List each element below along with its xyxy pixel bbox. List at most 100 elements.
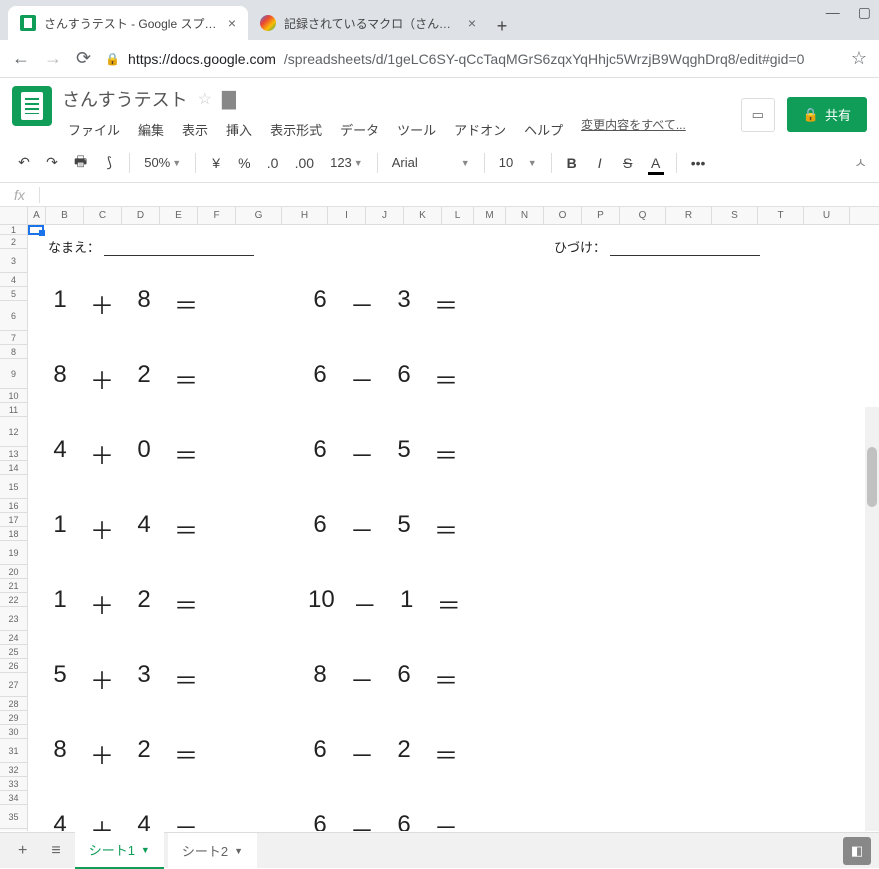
row-header[interactable]: 11 [0, 403, 27, 417]
row-header[interactable]: 21 [0, 579, 27, 593]
folder-icon[interactable]: ▇ [222, 89, 236, 110]
row-header[interactable]: 4 [0, 273, 27, 287]
column-header[interactable]: S [712, 207, 758, 224]
undo-icon[interactable]: ↶ [12, 150, 36, 175]
spreadsheet-grid[interactable]: ABCDEFGHIJKLMNOPQRSTU 123456789101112131… [0, 207, 879, 831]
star-icon[interactable]: ☆ [198, 89, 212, 109]
document-title[interactable]: さんすうテスト [62, 86, 188, 112]
row-header[interactable]: 23 [0, 607, 27, 631]
row-header[interactable]: 3 [0, 249, 27, 273]
row-header[interactable]: 19 [0, 541, 27, 565]
sheet-tab-1[interactable]: シート1▼ [75, 832, 164, 869]
browser-tab-sheets[interactable]: さんすうテスト - Google スプレッドシー × [8, 6, 248, 40]
row-header[interactable]: 29 [0, 711, 27, 725]
menu-format[interactable]: 表示形式 [264, 116, 328, 143]
column-header[interactable]: O [544, 207, 582, 224]
row-header[interactable]: 18 [0, 527, 27, 541]
row-header[interactable]: 27 [0, 673, 27, 697]
column-header[interactable]: A [28, 207, 46, 224]
row-header[interactable]: 34 [0, 791, 27, 805]
column-header[interactable]: N [506, 207, 544, 224]
column-header[interactable]: Q [620, 207, 666, 224]
scrollbar-thumb[interactable] [867, 447, 877, 507]
row-header[interactable]: 15 [0, 475, 27, 499]
new-tab-button[interactable]: + [488, 12, 516, 40]
column-header[interactable]: D [122, 207, 160, 224]
menu-data[interactable]: データ [334, 116, 385, 143]
column-header[interactable]: F [198, 207, 236, 224]
column-header[interactable]: B [46, 207, 84, 224]
currency-button[interactable]: ¥ [204, 151, 228, 175]
row-header[interactable]: 33 [0, 777, 27, 791]
bold-button[interactable]: B [560, 151, 584, 175]
row-header[interactable]: 16 [0, 499, 27, 513]
row-header[interactable]: 9 [0, 359, 27, 389]
column-header[interactable]: L [442, 207, 474, 224]
window-maximize-icon[interactable]: ▢ [858, 4, 871, 21]
back-icon[interactable]: ← [12, 48, 30, 69]
forward-icon[interactable]: → [44, 48, 62, 69]
increase-decimal-button[interactable]: .00 [289, 151, 320, 175]
zoom-dropdown[interactable]: 50%▼ [138, 151, 187, 174]
url-field[interactable]: 🔒 https://docs.google.com/spreadsheets/d… [105, 51, 837, 67]
row-header[interactable]: 8 [0, 345, 27, 359]
formula-input[interactable] [40, 187, 879, 202]
row-header[interactable]: 30 [0, 725, 27, 739]
all-sheets-button[interactable]: ≡ [41, 836, 70, 866]
number-format-dropdown[interactable]: 123▼ [324, 151, 369, 174]
row-header[interactable]: 14 [0, 461, 27, 475]
close-icon[interactable]: × [228, 15, 236, 31]
font-size-dropdown[interactable]: 10▼ [493, 151, 543, 174]
row-header[interactable]: 20 [0, 565, 27, 579]
column-header[interactable]: R [666, 207, 712, 224]
changes-saved-link[interactable]: 変更内容をすべて... [581, 116, 686, 143]
column-header[interactable]: C [84, 207, 122, 224]
italic-button[interactable]: I [588, 151, 612, 175]
column-header[interactable]: T [758, 207, 804, 224]
row-header[interactable]: 31 [0, 739, 27, 763]
row-header[interactable]: 1 [0, 225, 27, 235]
font-dropdown[interactable]: Arial▼ [386, 151, 476, 174]
column-header[interactable]: I [328, 207, 366, 224]
browser-tab-script[interactable]: 記録されているマクロ（さんすうテスト × [248, 6, 488, 40]
row-header[interactable]: 17 [0, 513, 27, 527]
sheet-body[interactable]: なまえ： ひづけ： 1＋8＝8＋2＝4＋0＝1＋4＝1＋2＝5＋3＝8＋2＝4＋… [28, 225, 879, 831]
sheet-tab-2[interactable]: シート2▼ [168, 833, 257, 868]
column-header[interactable]: E [160, 207, 198, 224]
window-minimize-icon[interactable]: — [826, 4, 840, 21]
print-icon[interactable]: 🖶 [68, 147, 93, 179]
row-header[interactable]: 28 [0, 697, 27, 711]
row-header[interactable]: 10 [0, 389, 27, 403]
column-header[interactable]: H [282, 207, 328, 224]
redo-icon[interactable]: ↷ [40, 150, 64, 175]
share-button[interactable]: 🔒 共有 [787, 97, 867, 132]
menu-view[interactable]: 表示 [176, 116, 214, 143]
row-header[interactable]: 12 [0, 417, 27, 447]
row-header[interactable]: 6 [0, 301, 27, 331]
column-header[interactable]: U [804, 207, 850, 224]
column-header[interactable]: G [236, 207, 282, 224]
row-header[interactable]: 24 [0, 631, 27, 645]
add-sheet-button[interactable]: + [8, 836, 37, 866]
row-header[interactable]: 26 [0, 659, 27, 673]
row-header[interactable]: 36 [0, 829, 27, 831]
paint-format-icon[interactable]: ⟆ [97, 150, 121, 175]
row-header[interactable]: 22 [0, 593, 27, 607]
column-header[interactable]: P [582, 207, 620, 224]
menu-file[interactable]: ファイル [62, 116, 126, 143]
close-icon[interactable]: × [468, 15, 476, 31]
row-header[interactable]: 32 [0, 763, 27, 777]
percent-button[interactable]: % [232, 151, 256, 175]
menu-edit[interactable]: 編集 [132, 116, 170, 143]
row-header[interactable]: 13 [0, 447, 27, 461]
menu-help[interactable]: ヘルプ [518, 116, 569, 143]
select-all-corner[interactable] [0, 207, 28, 224]
column-header[interactable]: K [404, 207, 442, 224]
comments-button[interactable]: ▭ [741, 98, 775, 132]
explore-button[interactable]: ◧ [843, 837, 871, 865]
row-header[interactable]: 25 [0, 645, 27, 659]
menu-insert[interactable]: 挿入 [220, 116, 258, 143]
column-header[interactable]: M [474, 207, 506, 224]
reload-icon[interactable]: ⟳ [76, 48, 91, 69]
menu-tools[interactable]: ツール [391, 116, 442, 143]
